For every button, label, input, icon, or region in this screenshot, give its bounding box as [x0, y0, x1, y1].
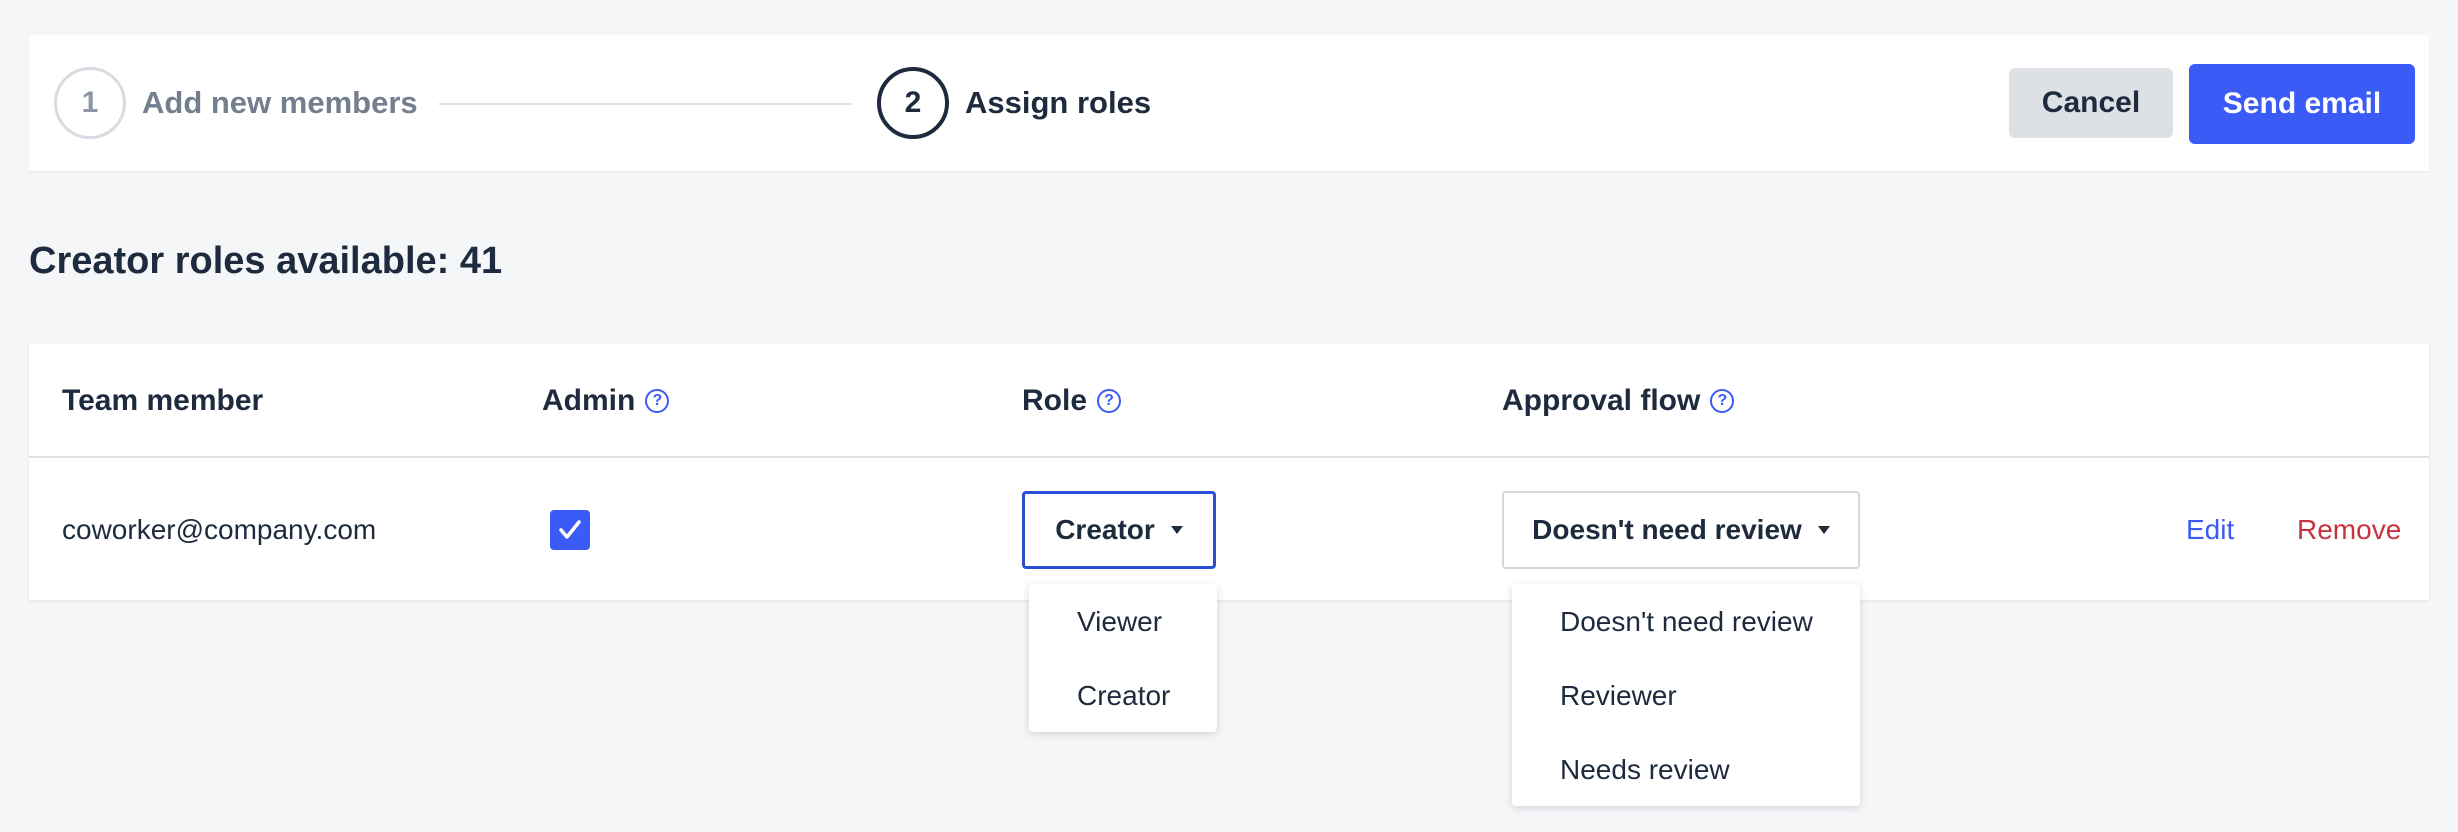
column-header-team-member: Team member	[62, 380, 263, 422]
column-header-team-member-label: Team member	[62, 384, 264, 417]
role-dropdown[interactable]: Creator	[1022, 491, 1216, 569]
checkmark-icon	[559, 520, 581, 539]
step-connector	[439, 103, 851, 105]
column-header-role-label: Role	[1022, 384, 1088, 417]
approval-help-icon[interactable]: ?	[1710, 389, 1735, 413]
send-email-button[interactable]: Send email	[2189, 64, 2415, 144]
column-header-approval-flow-label: Approval flow	[1502, 384, 1701, 417]
edit-link[interactable]: Edit	[2186, 510, 2234, 550]
role-menu: Viewer Creator	[1029, 584, 1217, 732]
step-2-number: 2	[877, 67, 949, 139]
table-header-divider	[29, 456, 2429, 458]
approval-option-needs-review[interactable]: Needs review	[1560, 750, 1730, 790]
column-header-admin: Admin ?	[542, 380, 670, 422]
approval-flow-menu: Doesn't need review Reviewer Needs revie…	[1512, 584, 1860, 806]
step-2-label: Assign roles	[965, 85, 1152, 120]
cancel-button[interactable]: Cancel	[2009, 68, 2173, 138]
admin-checkbox[interactable]	[550, 510, 590, 550]
caret-down-icon	[1817, 526, 1830, 534]
step-1-number: 1	[54, 67, 126, 139]
column-header-approval-flow: Approval flow ?	[1502, 380, 1735, 422]
role-help-icon[interactable]: ?	[1097, 389, 1122, 413]
approval-flow-dropdown-value: Doesn't need review	[1532, 514, 1802, 545]
members-table: Team member Admin ? Role ? Approval flow…	[29, 344, 2429, 600]
column-header-admin-label: Admin	[542, 384, 636, 417]
member-email: coworker@company.com	[62, 514, 377, 545]
step-1-label: Add new members	[142, 85, 418, 120]
page-title: Creator roles available: 41	[29, 240, 503, 282]
approval-option-reviewer[interactable]: Reviewer	[1560, 676, 1677, 716]
approval-flow-dropdown[interactable]: Doesn't need review	[1502, 491, 1860, 569]
caret-down-icon	[1170, 526, 1183, 534]
remove-link[interactable]: Remove	[2297, 510, 2401, 550]
approval-option-no-review[interactable]: Doesn't need review	[1560, 602, 1813, 642]
role-option-viewer[interactable]: Viewer	[1077, 602, 1162, 642]
role-option-creator[interactable]: Creator	[1077, 676, 1170, 716]
column-header-role: Role ?	[1022, 380, 1122, 422]
stepper-bar: 1 Add new members 2 Assign roles Cancel …	[29, 35, 2429, 171]
role-dropdown-value: Creator	[1055, 514, 1155, 545]
admin-help-icon[interactable]: ?	[645, 389, 670, 413]
